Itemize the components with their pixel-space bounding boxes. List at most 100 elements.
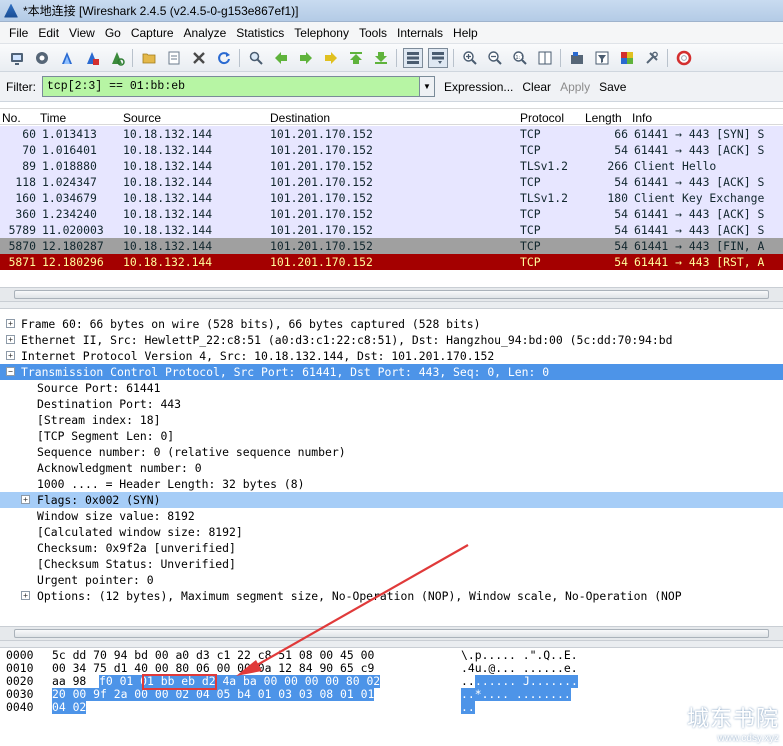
clear-button[interactable]: Clear [522, 80, 551, 94]
filter-dropdown-button[interactable]: ▼ [420, 76, 435, 97]
column-header-time[interactable]: Time [40, 111, 66, 125]
column-header-protocol[interactable]: Protocol [520, 111, 564, 125]
packet-cell-info: 61441 → 443 [FIN, A [634, 239, 765, 253]
column-header-no[interactable]: No. [2, 111, 21, 125]
hex-bytes-selected[interactable]: 04 02 [52, 701, 87, 714]
detail-tree-item[interactable]: [Calculated window size: 8192] [0, 524, 783, 540]
zoom-out-icon[interactable] [485, 48, 505, 68]
packet-row[interactable]: 70 1.016401 10.18.132.144 101.201.170.152 TC… [0, 142, 783, 158]
packet-cell-proto: TCP [520, 255, 541, 269]
hex-ascii-selected[interactable]: ..*.... ........ [461, 688, 571, 701]
stop-capture-icon[interactable] [82, 48, 102, 68]
resize-columns-icon[interactable] [535, 48, 555, 68]
packet-cell-info: 61441 → 443 [SYN] S [634, 127, 765, 141]
preferences-icon[interactable] [642, 48, 662, 68]
column-header-info[interactable]: Info [632, 111, 652, 125]
menu-item-internals[interactable]: Internals [392, 26, 448, 40]
packet-row[interactable]: 118 1.024347 10.18.132.144 101.201.170.152 T… [0, 174, 783, 190]
normal-size-icon[interactable]: 1:1 [510, 48, 530, 68]
go-forward-icon[interactable] [296, 48, 316, 68]
autoscroll-icon[interactable] [427, 47, 448, 68]
filter-input[interactable]: tcp[2:3] == 01:bb:eb [42, 76, 420, 97]
reload-icon[interactable] [214, 48, 234, 68]
detail-tree-item[interactable]: − Transmission Control Protocol, Src Port… [0, 364, 783, 380]
packet-row[interactable]: 160 1.034679 10.18.132.144 101.201.170.152 T… [0, 190, 783, 206]
go-to-packet-icon[interactable] [321, 48, 341, 68]
menu-item-view[interactable]: View [64, 26, 100, 40]
capture-options-icon[interactable] [32, 48, 52, 68]
column-header-source[interactable]: Source [123, 111, 161, 125]
detail-tree-item[interactable]: [TCP Segment Len: 0] [0, 428, 783, 444]
interface-list-icon[interactable] [7, 48, 27, 68]
display-filters-icon[interactable] [592, 48, 612, 68]
capture-filters-icon[interactable] [567, 48, 587, 68]
detail-tree-item[interactable]: + Internet Protocol Version 4, Src: 10.18… [0, 348, 783, 364]
detail-tree-item[interactable]: Urgent pointer: 0 [0, 572, 783, 588]
close-file-icon[interactable] [189, 48, 209, 68]
menu-item-statistics[interactable]: Statistics [231, 26, 289, 40]
details-hscrollbar[interactable] [0, 626, 783, 640]
detail-tree-item[interactable]: + Options: (12 bytes), Maximum segment si… [0, 588, 783, 604]
collapse-icon[interactable]: − [6, 367, 15, 376]
packet-cell-info: Client Hello [634, 159, 717, 173]
toolbar-separator [132, 48, 133, 67]
expand-icon[interactable]: + [6, 351, 15, 360]
restart-capture-icon[interactable] [107, 48, 127, 68]
coloring-rules-icon[interactable] [617, 48, 637, 68]
start-capture-icon[interactable] [57, 48, 77, 68]
menu-item-go[interactable]: Go [100, 26, 126, 40]
detail-tree-item[interactable]: Destination Port: 443 [0, 396, 783, 412]
expand-icon[interactable]: + [21, 495, 30, 504]
detail-tree-item[interactable]: [Checksum Status: Unverified] [0, 556, 783, 572]
expand-icon[interactable]: + [21, 591, 30, 600]
menu-item-tools[interactable]: Tools [354, 26, 392, 40]
menu-item-help[interactable]: Help [448, 26, 483, 40]
hex-ascii-selected[interactable]: .. [461, 701, 475, 714]
packet-cell-dst: 101.201.170.152 [270, 159, 373, 173]
packet-row[interactable]: 60 1.013413 10.18.132.144 101.201.170.152 TC… [0, 126, 783, 142]
help-icon[interactable] [674, 48, 694, 68]
detail-tree-item[interactable]: [Stream index: 18] [0, 412, 783, 428]
menu-item-file[interactable]: File [4, 26, 33, 40]
open-file-icon[interactable] [139, 48, 159, 68]
column-header-destination[interactable]: Destination [270, 111, 330, 125]
packet-list-hscrollbar[interactable] [0, 287, 783, 301]
pane-splitter[interactable] [0, 640, 783, 648]
expression-button[interactable]: Expression... [444, 80, 513, 94]
packet-row[interactable]: 89 1.018880 10.18.132.144 101.201.170.152 TL… [0, 158, 783, 174]
menu-item-edit[interactable]: Edit [33, 26, 64, 40]
detail-tree-item[interactable]: 1000 .... = Header Length: 32 bytes (8) [0, 476, 783, 492]
detail-tree-item[interactable]: + Flags: 0x002 (SYN) [0, 492, 783, 508]
column-header-length[interactable]: Length [585, 111, 622, 125]
scrollbar-thumb[interactable] [14, 629, 769, 638]
expand-icon[interactable]: + [6, 335, 15, 344]
packet-row[interactable]: 5870 12.180287 10.18.132.144 101.201.170.15… [0, 238, 783, 254]
menu-item-analyze[interactable]: Analyze [179, 26, 232, 40]
packet-row[interactable]: 5871 12.180296 10.18.132.144 101.201.170.15… [0, 254, 783, 270]
go-first-icon[interactable] [346, 48, 366, 68]
menu-item-capture[interactable]: Capture [126, 26, 179, 40]
packet-row[interactable]: 5789 11.020003 10.18.132.144 101.201.170.15… [0, 222, 783, 238]
apply-button[interactable]: Apply [560, 80, 590, 94]
packet-cell-proto: TLSv1.2 [520, 191, 569, 205]
detail-tree-item[interactable]: Source Port: 61441 [0, 380, 783, 396]
go-last-icon[interactable] [371, 48, 391, 68]
detail-tree-item[interactable]: Acknowledgment number: 0 [0, 460, 783, 476]
zoom-in-icon[interactable] [460, 48, 480, 68]
detail-tree-item[interactable]: Sequence number: 0 (relative sequence nu… [0, 444, 783, 460]
packet-cell-src: 10.18.132.144 [123, 127, 213, 141]
packet-row[interactable]: 360 1.234240 10.18.132.144 101.201.170.152 T… [0, 206, 783, 222]
scrollbar-thumb[interactable] [14, 290, 769, 299]
detail-tree-item[interactable]: + Ethernet II, Src: HewlettP_22:c8:51 (a0… [0, 332, 783, 348]
detail-tree-item[interactable]: Checksum: 0x9f2a [unverified] [0, 540, 783, 556]
go-back-icon[interactable] [271, 48, 291, 68]
find-packet-icon[interactable] [246, 48, 266, 68]
save-filter-button[interactable]: Save [599, 80, 626, 94]
save-file-icon[interactable] [164, 48, 184, 68]
colorize-icon[interactable] [402, 47, 423, 68]
expand-icon[interactable]: + [6, 319, 15, 328]
menu-item-telephony[interactable]: Telephony [289, 26, 354, 40]
detail-tree-item[interactable]: Window size value: 8192 [0, 508, 783, 524]
pane-splitter[interactable] [0, 301, 783, 309]
detail-tree-item[interactable]: + Frame 60: 66 bytes on wire (528 bits), … [0, 316, 783, 332]
